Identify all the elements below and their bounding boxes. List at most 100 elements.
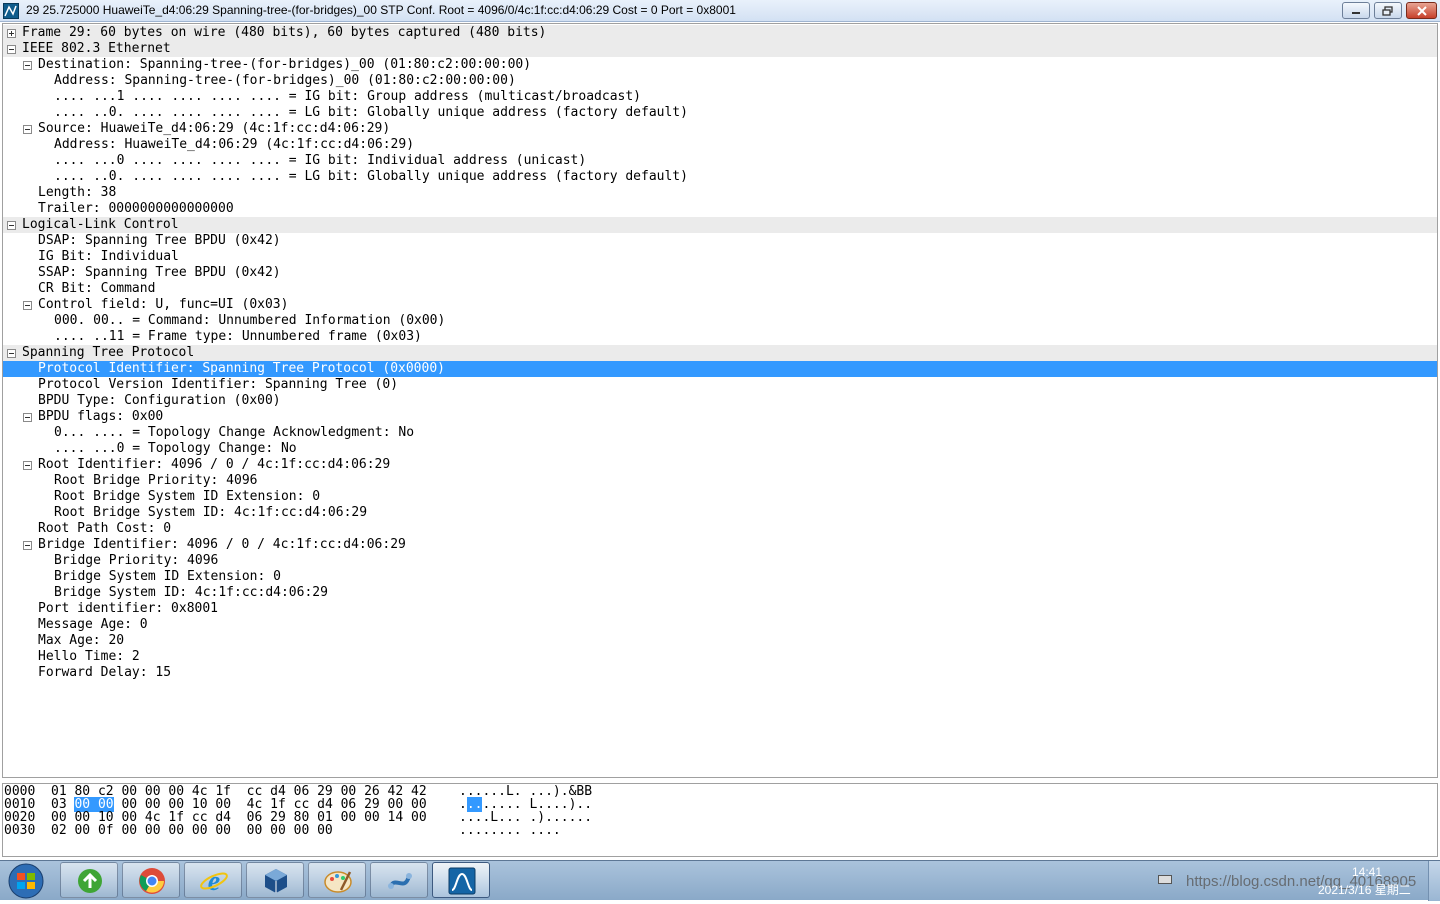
tree-row[interactable]: Destination: Spanning-tree-(for-bridges)… [3, 57, 1437, 73]
packet-bytes-pane[interactable]: 0000 01 80 c2 00 00 00 4c 1f cc d4 06 29 … [2, 783, 1438, 857]
collapse-icon[interactable] [23, 541, 32, 550]
restore-button[interactable] [1374, 2, 1402, 19]
tree-row[interactable]: Protocol Version Identifier: Spanning Tr… [3, 377, 1437, 393]
collapse-icon[interactable] [23, 301, 32, 310]
tree-row[interactable]: Protocol Identifier: Spanning Tree Proto… [3, 361, 1437, 377]
packet-details-pane[interactable]: Frame 29: 60 bytes on wire (480 bits), 6… [2, 23, 1438, 778]
tree-row[interactable]: Address: Spanning-tree-(for-bridges)_00 … [3, 73, 1437, 89]
tree-row-text: Port identifier: 0x8001 [38, 601, 219, 616]
collapse-icon[interactable] [23, 461, 32, 470]
tree-row[interactable]: .... ..0. .... .... .... .... = LG bit: … [3, 105, 1437, 121]
tree-row[interactable]: Bridge System ID Extension: 0 [3, 569, 1437, 585]
tree-row[interactable]: .... ...1 .... .... .... .... = IG bit: … [3, 89, 1437, 105]
tree-row[interactable]: Root Bridge Priority: 4096 [3, 473, 1437, 489]
tree-row-text: Control field: U, func=UI (0x03) [38, 297, 289, 312]
clock-time[interactable]: 14:41 [1352, 865, 1382, 879]
tree-row[interactable]: Root Path Cost: 0 [3, 521, 1437, 537]
tree-row[interactable]: 000. 00.. = Command: Unnumbered Informat… [3, 313, 1437, 329]
taskbar-button[interactable] [60, 862, 118, 898]
tree-row[interactable]: .... ..0. .... .... .... .... = LG bit: … [3, 169, 1437, 185]
tree-row-text: IG Bit: Individual [38, 249, 179, 264]
collapse-icon[interactable] [7, 45, 16, 54]
tree-row[interactable]: Control field: U, func=UI (0x03) [3, 297, 1437, 313]
tree-row-text: .... ...1 .... .... .... .... = IG bit: … [54, 89, 641, 104]
tree-row[interactable]: Hello Time: 2 [3, 649, 1437, 665]
collapse-icon[interactable] [23, 61, 32, 70]
svg-text:e: e [208, 866, 220, 896]
tree-row[interactable]: Forward Delay: 15 [3, 665, 1437, 681]
tree-row[interactable]: Max Age: 20 [3, 633, 1437, 649]
tree-row[interactable]: DSAP: Spanning Tree BPDU (0x42) [3, 233, 1437, 249]
tree-section-row[interactable]: Spanning Tree Protocol [3, 345, 1437, 361]
tree-row[interactable]: Bridge Identifier: 4096 / 0 / 4c:1f:cc:d… [3, 537, 1437, 553]
tree-row[interactable]: Bridge Priority: 4096 [3, 553, 1437, 569]
tree-row[interactable]: .... ...0 = Topology Change: No [3, 441, 1437, 457]
clock-date[interactable]: 2021/3/16 星期二 [1318, 881, 1411, 898]
tree-row-text: Bridge System ID: 4c:1f:cc:d4:06:29 [54, 585, 328, 600]
tree-row[interactable]: BPDU flags: 0x00 [3, 409, 1437, 425]
tree-row-text: Message Age: 0 [38, 617, 148, 632]
title-bar: 29 25.725000 HuaweiTe_d4:06:29 Spanning-… [0, 0, 1440, 22]
collapse-icon[interactable] [7, 349, 16, 358]
tree-row-text: Logical-Link Control [22, 217, 179, 232]
collapse-icon[interactable] [7, 221, 16, 230]
tree-row-text: Protocol Version Identifier: Spanning Tr… [38, 377, 399, 392]
collapse-icon[interactable] [23, 413, 32, 422]
taskbar-button[interactable]: e [184, 862, 242, 898]
taskbar-button[interactable] [246, 862, 304, 898]
start-button[interactable] [4, 862, 48, 900]
tree-row[interactable]: Root Identifier: 4096 / 0 / 4c:1f:cc:d4:… [3, 457, 1437, 473]
show-desktop-button[interactable] [1428, 861, 1440, 901]
taskbar-button[interactable] [432, 862, 490, 898]
minimize-button[interactable] [1342, 2, 1370, 19]
hex-offset: 0030 [4, 823, 36, 838]
tree-row[interactable]: Root Bridge System ID: 4c:1f:cc:d4:06:29 [3, 505, 1437, 521]
tree-row-text: Root Bridge Priority: 4096 [54, 473, 258, 488]
tree-row[interactable]: Bridge System ID: 4c:1f:cc:d4:06:29 [3, 585, 1437, 601]
tree-row[interactable]: Length: 38 [3, 185, 1437, 201]
tree-row[interactable]: CR Bit: Command [3, 281, 1437, 297]
tree-row[interactable]: 0... .... = Topology Change Acknowledgme… [3, 425, 1437, 441]
collapse-icon[interactable] [23, 125, 32, 134]
taskbar-button[interactable] [308, 862, 366, 898]
taskbar-button[interactable] [122, 862, 180, 898]
tree-row[interactable]: IG Bit: Individual [3, 249, 1437, 265]
tree-row-text: IEEE 802.3 Ethernet [22, 41, 171, 56]
expand-icon[interactable] [7, 29, 16, 38]
hex-ascii[interactable]: ........ .... [459, 824, 561, 837]
tree-row-text: Frame 29: 60 bytes on wire (480 bits), 6… [22, 25, 547, 40]
tree-row[interactable]: Trailer: 0000000000000000 [3, 201, 1437, 217]
tree-row-text: .... ..11 = Frame type: Unnumbered frame… [54, 329, 422, 344]
tree-row[interactable]: BPDU Type: Configuration (0x00) [3, 393, 1437, 409]
internet-explorer-icon: e [200, 866, 228, 896]
virtualbox-icon [265, 869, 287, 893]
taskbar-button[interactable] [370, 862, 428, 898]
tree-row-text: Address: HuaweiTe_d4:06:29 (4c:1f:cc:d4:… [54, 137, 415, 152]
hex-bytes[interactable]: 02 00 0f 00 00 00 00 00 00 00 00 00 [51, 824, 333, 837]
wireshark-icon [448, 867, 476, 895]
tree-row[interactable]: Port identifier: 0x8001 [3, 601, 1437, 617]
chrome-icon [139, 868, 165, 894]
tree-row-text: .... ..0. .... .... .... .... = LG bit: … [54, 105, 688, 120]
tree-row-text: Protocol Identifier: Spanning Tree Proto… [38, 361, 445, 376]
tree-row[interactable]: Address: HuaweiTe_d4:06:29 (4c:1f:cc:d4:… [3, 137, 1437, 153]
tree-section-row[interactable]: Frame 29: 60 bytes on wire (480 bits), 6… [3, 25, 1437, 41]
tree-row[interactable]: .... ..11 = Frame type: Unnumbered frame… [3, 329, 1437, 345]
tree-row-text: Bridge Priority: 4096 [54, 553, 219, 568]
tree-row-text: Hello Time: 2 [38, 649, 140, 664]
tree-row-text: BPDU Type: Configuration (0x00) [38, 393, 281, 408]
tree-row-text: Forward Delay: 15 [38, 665, 172, 680]
tree-section-row[interactable]: Logical-Link Control [3, 217, 1437, 233]
tree-row[interactable]: SSAP: Spanning Tree BPDU (0x42) [3, 265, 1437, 281]
tree-row-text: Spanning Tree Protocol [22, 345, 195, 360]
tree-row-text: Root Identifier: 4096 / 0 / 4c:1f:cc:d4:… [38, 457, 391, 472]
tree-row-text: Source: HuaweiTe_d4:06:29 (4c:1f:cc:d4:0… [38, 121, 391, 136]
tree-row-text: CR Bit: Command [38, 281, 156, 296]
keyboard-icon[interactable] [1158, 875, 1172, 884]
tree-row[interactable]: Message Age: 0 [3, 617, 1437, 633]
tree-section-row[interactable]: IEEE 802.3 Ethernet [3, 41, 1437, 57]
tree-row[interactable]: .... ...0 .... .... .... .... = IG bit: … [3, 153, 1437, 169]
close-button[interactable] [1406, 2, 1437, 19]
tree-row[interactable]: Root Bridge System ID Extension: 0 [3, 489, 1437, 505]
tree-row[interactable]: Source: HuaweiTe_d4:06:29 (4c:1f:cc:d4:0… [3, 121, 1437, 137]
